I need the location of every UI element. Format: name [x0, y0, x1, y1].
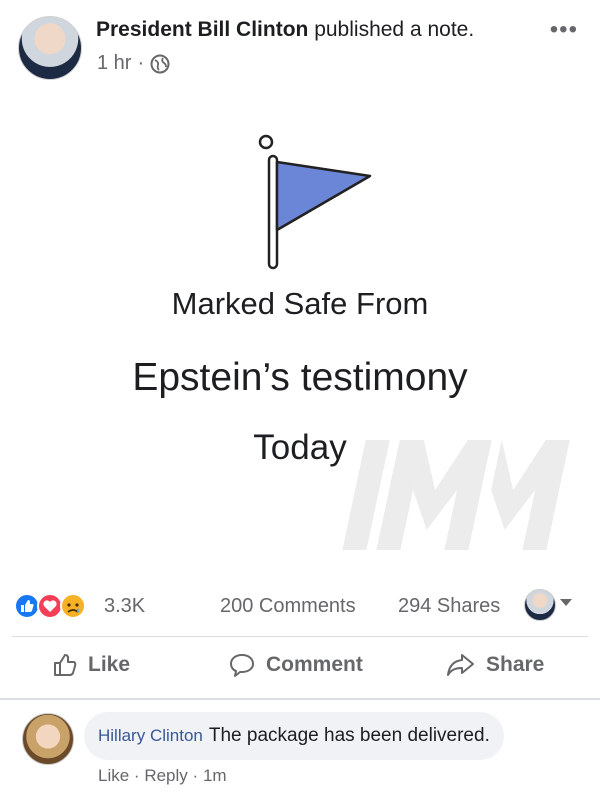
love-icon	[37, 593, 63, 619]
share-as-avatar[interactable]	[524, 589, 556, 621]
comment-meta: Like · Reply · 1m	[98, 766, 227, 786]
share-label: Share	[486, 653, 545, 676]
comment-meta-separator: ·	[133, 766, 140, 785]
chevron-down-icon[interactable]	[560, 599, 572, 606]
comment-text: The package has been delivered.	[208, 725, 490, 746]
post-time[interactable]: 1 hr	[97, 52, 131, 75]
divider	[0, 698, 600, 700]
sad-icon	[60, 593, 86, 619]
note-line-marked-safe: Marked Safe From	[171, 286, 429, 321]
post-meta: 1 hr ·	[97, 52, 170, 75]
meta-separator: ·	[137, 52, 145, 74]
share-button[interactable]: Share	[446, 652, 544, 678]
commenter-name[interactable]: Hillary Clinton	[98, 726, 203, 746]
comment-icon	[230, 654, 254, 677]
post-action-text: published a note.	[314, 18, 475, 41]
comments-count[interactable]: 200 Comments	[220, 595, 356, 618]
author-name[interactable]: President Bill Clinton	[96, 18, 308, 41]
like-button[interactable]: Like	[52, 652, 130, 678]
post-header: President Bill Clinton published a note.…	[0, 0, 600, 100]
commenter-avatar[interactable]	[22, 713, 74, 765]
watermark-logo	[342, 440, 570, 550]
note-line-event: Epstein’s testimony	[132, 356, 468, 399]
like-icon	[14, 593, 40, 619]
flag-icon	[258, 134, 372, 270]
reactions-count[interactable]: 3.3K	[104, 595, 145, 618]
share-arrow-icon	[447, 654, 474, 676]
reactions-bar: 3.3K 200 Comments 294 Shares	[0, 585, 600, 625]
globe-icon	[150, 54, 170, 73]
comment-bubble: Hillary Clinton The package has been del…	[84, 712, 504, 760]
more-options-button[interactable]: •••	[550, 18, 578, 42]
comment-time[interactable]: 1m	[203, 766, 227, 785]
shares-count[interactable]: 294 Shares	[398, 595, 500, 618]
author-avatar[interactable]	[18, 16, 82, 80]
comment-meta-separator: ·	[192, 766, 199, 785]
like-label: Like	[88, 653, 131, 676]
comment-like-link[interactable]: Like	[98, 766, 129, 785]
comment-reply-link[interactable]: Reply	[144, 766, 187, 785]
post-actions: Like Comment Share	[0, 642, 600, 692]
reaction-icons[interactable]	[14, 593, 98, 619]
comment-button[interactable]: Comment	[228, 652, 363, 678]
comment-label: Comment	[266, 653, 363, 676]
author-line: President Bill Clinton published a note.	[96, 18, 474, 42]
divider	[12, 636, 588, 637]
thumbs-up-icon	[54, 654, 77, 676]
